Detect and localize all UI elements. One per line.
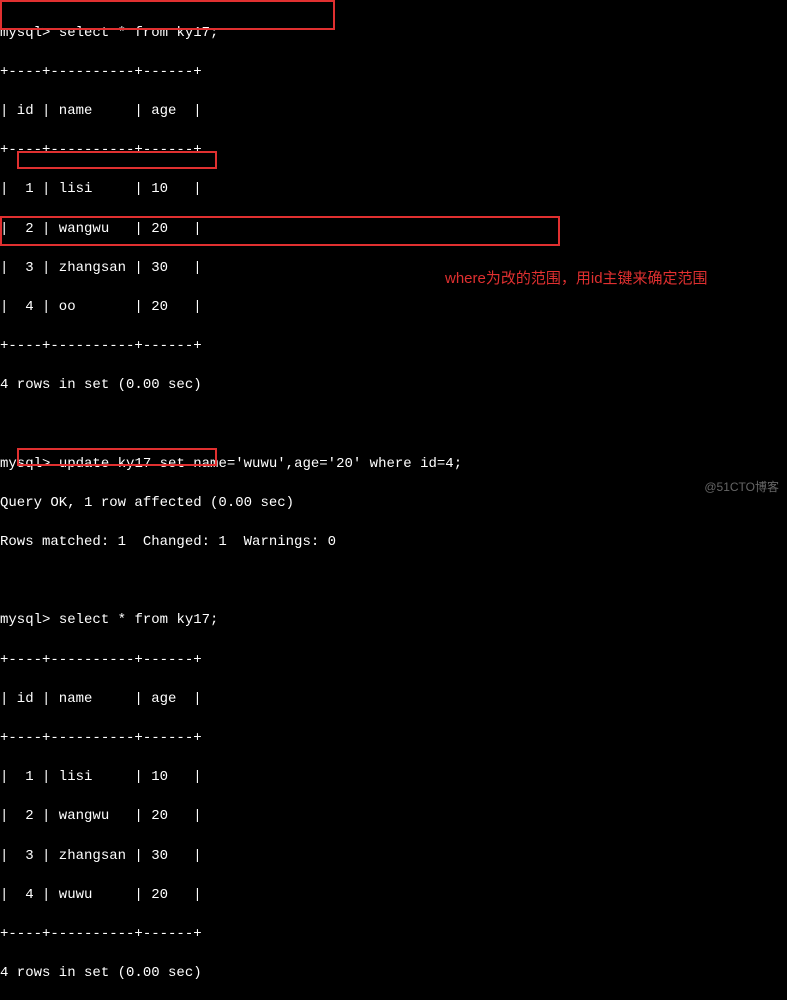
table-row: | 2 | wangwu | 20 | — [0, 220, 787, 240]
blank-line — [0, 415, 787, 435]
table-row: | 4 | wuwu | 20 | — [0, 886, 787, 906]
table-sep: +----+----------+------+ — [0, 729, 787, 749]
table-row: | 4 | oo | 20 | — [0, 298, 787, 318]
watermark: @51CTO博客 — [704, 479, 779, 496]
table-sep: +----+----------+------+ — [0, 337, 787, 357]
table-header-2: | id | name | age | — [0, 690, 787, 710]
update-result-1: Query OK, 1 row affected (0.00 sec) — [0, 494, 787, 514]
table-sep: +----+----------+------+ — [0, 651, 787, 671]
table-header-1: | id | name | age | — [0, 102, 787, 122]
table-sep: +----+----------+------+ — [0, 63, 787, 83]
mysql-prompt: mysql> — [0, 612, 50, 628]
table-sep: +----+----------+------+ — [0, 925, 787, 945]
blank-line — [0, 572, 787, 592]
sql-select-2: select * from ky17; — [59, 612, 219, 628]
result-status-1: 4 rows in set (0.00 sec) — [0, 376, 787, 396]
prompt-line-3: mysql> select * from ky17; — [0, 611, 787, 631]
table-row: | 1 | lisi | 10 | — [0, 768, 787, 788]
mysql-prompt: mysql> — [0, 25, 50, 41]
mysql-prompt: mysql> — [0, 456, 50, 472]
annotation-where: where为改的范围，用id主键来确定范围 — [445, 268, 708, 289]
result-status-2: 4 rows in set (0.00 sec) — [0, 964, 787, 984]
table-row: | 2 | wangwu | 20 | — [0, 807, 787, 827]
prompt-line-2: mysql> update ky17 set name='wuwu',age='… — [0, 455, 787, 475]
prompt-line-1: mysql> select * from ky17; — [0, 24, 787, 44]
sql-select-1: select * from ky17; — [59, 25, 219, 41]
sql-update: update ky17 set name='wuwu',age='20' whe… — [59, 456, 462, 472]
table-row: | 1 | lisi | 10 | — [0, 180, 787, 200]
terminal-output: mysql> select * from ky17; +----+-------… — [0, 4, 787, 1000]
table-sep: +----+----------+------+ — [0, 141, 787, 161]
update-result-2: Rows matched: 1 Changed: 1 Warnings: 0 — [0, 533, 787, 553]
table-row: | 3 | zhangsan | 30 | — [0, 847, 787, 867]
